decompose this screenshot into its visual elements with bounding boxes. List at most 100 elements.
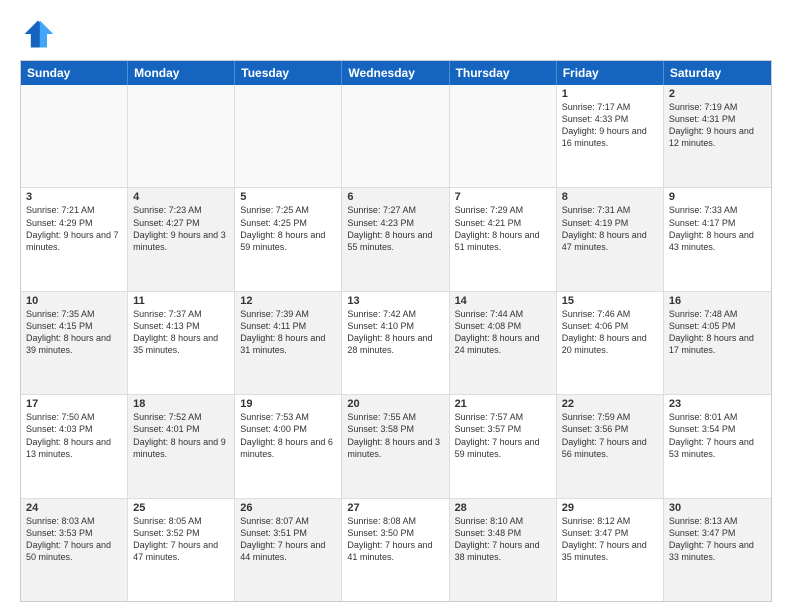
day-info: Sunrise: 7:50 AM Sunset: 4:03 PM Dayligh…	[26, 411, 122, 460]
day-cell-12: 12Sunrise: 7:39 AM Sunset: 4:11 PM Dayli…	[235, 292, 342, 394]
calendar-row-5: 24Sunrise: 8:03 AM Sunset: 3:53 PM Dayli…	[21, 499, 771, 601]
calendar-row-4: 17Sunrise: 7:50 AM Sunset: 4:03 PM Dayli…	[21, 395, 771, 498]
day-number: 28	[455, 502, 551, 514]
day-number: 4	[133, 191, 229, 203]
day-number: 1	[562, 88, 658, 100]
day-cell-10: 10Sunrise: 7:35 AM Sunset: 4:15 PM Dayli…	[21, 292, 128, 394]
day-info: Sunrise: 7:33 AM Sunset: 4:17 PM Dayligh…	[669, 204, 766, 253]
calendar: SundayMondayTuesdayWednesdayThursdayFrid…	[20, 60, 772, 602]
day-number: 20	[347, 398, 443, 410]
calendar-row-3: 10Sunrise: 7:35 AM Sunset: 4:15 PM Dayli…	[21, 292, 771, 395]
day-number: 22	[562, 398, 658, 410]
day-number: 6	[347, 191, 443, 203]
day-cell-13: 13Sunrise: 7:42 AM Sunset: 4:10 PM Dayli…	[342, 292, 449, 394]
empty-cell	[342, 85, 449, 187]
day-info: Sunrise: 8:05 AM Sunset: 3:52 PM Dayligh…	[133, 515, 229, 564]
day-cell-6: 6Sunrise: 7:27 AM Sunset: 4:23 PM Daylig…	[342, 188, 449, 290]
header-day-saturday: Saturday	[664, 61, 771, 85]
header-day-sunday: Sunday	[21, 61, 128, 85]
header-day-friday: Friday	[557, 61, 664, 85]
day-number: 19	[240, 398, 336, 410]
day-number: 23	[669, 398, 766, 410]
day-cell-7: 7Sunrise: 7:29 AM Sunset: 4:21 PM Daylig…	[450, 188, 557, 290]
calendar-row-2: 3Sunrise: 7:21 AM Sunset: 4:29 PM Daylig…	[21, 188, 771, 291]
day-info: Sunrise: 7:35 AM Sunset: 4:15 PM Dayligh…	[26, 308, 122, 357]
day-info: Sunrise: 7:44 AM Sunset: 4:08 PM Dayligh…	[455, 308, 551, 357]
day-cell-19: 19Sunrise: 7:53 AM Sunset: 4:00 PM Dayli…	[235, 395, 342, 497]
day-info: Sunrise: 7:53 AM Sunset: 4:00 PM Dayligh…	[240, 411, 336, 460]
day-number: 14	[455, 295, 551, 307]
logo-icon	[20, 16, 56, 52]
day-cell-21: 21Sunrise: 7:57 AM Sunset: 3:57 PM Dayli…	[450, 395, 557, 497]
page: SundayMondayTuesdayWednesdayThursdayFrid…	[0, 0, 792, 612]
day-cell-18: 18Sunrise: 7:52 AM Sunset: 4:01 PM Dayli…	[128, 395, 235, 497]
day-info: Sunrise: 8:08 AM Sunset: 3:50 PM Dayligh…	[347, 515, 443, 564]
day-info: Sunrise: 8:07 AM Sunset: 3:51 PM Dayligh…	[240, 515, 336, 564]
calendar-header: SundayMondayTuesdayWednesdayThursdayFrid…	[21, 61, 771, 85]
day-cell-17: 17Sunrise: 7:50 AM Sunset: 4:03 PM Dayli…	[21, 395, 128, 497]
day-cell-5: 5Sunrise: 7:25 AM Sunset: 4:25 PM Daylig…	[235, 188, 342, 290]
day-number: 2	[669, 88, 766, 100]
day-number: 24	[26, 502, 122, 514]
day-info: Sunrise: 7:46 AM Sunset: 4:06 PM Dayligh…	[562, 308, 658, 357]
day-cell-15: 15Sunrise: 7:46 AM Sunset: 4:06 PM Dayli…	[557, 292, 664, 394]
header	[20, 16, 772, 52]
day-info: Sunrise: 7:19 AM Sunset: 4:31 PM Dayligh…	[669, 101, 766, 150]
day-info: Sunrise: 8:10 AM Sunset: 3:48 PM Dayligh…	[455, 515, 551, 564]
day-cell-11: 11Sunrise: 7:37 AM Sunset: 4:13 PM Dayli…	[128, 292, 235, 394]
day-cell-2: 2Sunrise: 7:19 AM Sunset: 4:31 PM Daylig…	[664, 85, 771, 187]
day-info: Sunrise: 7:57 AM Sunset: 3:57 PM Dayligh…	[455, 411, 551, 460]
day-cell-4: 4Sunrise: 7:23 AM Sunset: 4:27 PM Daylig…	[128, 188, 235, 290]
empty-cell	[21, 85, 128, 187]
day-cell-26: 26Sunrise: 8:07 AM Sunset: 3:51 PM Dayli…	[235, 499, 342, 601]
day-cell-23: 23Sunrise: 8:01 AM Sunset: 3:54 PM Dayli…	[664, 395, 771, 497]
day-cell-27: 27Sunrise: 8:08 AM Sunset: 3:50 PM Dayli…	[342, 499, 449, 601]
day-number: 9	[669, 191, 766, 203]
day-number: 15	[562, 295, 658, 307]
day-number: 8	[562, 191, 658, 203]
empty-cell	[450, 85, 557, 187]
day-number: 27	[347, 502, 443, 514]
day-cell-3: 3Sunrise: 7:21 AM Sunset: 4:29 PM Daylig…	[21, 188, 128, 290]
day-number: 11	[133, 295, 229, 307]
day-cell-9: 9Sunrise: 7:33 AM Sunset: 4:17 PM Daylig…	[664, 188, 771, 290]
day-info: Sunrise: 7:23 AM Sunset: 4:27 PM Dayligh…	[133, 204, 229, 253]
day-number: 17	[26, 398, 122, 410]
calendar-row-1: 1Sunrise: 7:17 AM Sunset: 4:33 PM Daylig…	[21, 85, 771, 188]
header-day-tuesday: Tuesday	[235, 61, 342, 85]
day-number: 18	[133, 398, 229, 410]
day-info: Sunrise: 7:55 AM Sunset: 3:58 PM Dayligh…	[347, 411, 443, 460]
day-info: Sunrise: 7:42 AM Sunset: 4:10 PM Dayligh…	[347, 308, 443, 357]
day-number: 12	[240, 295, 336, 307]
day-info: Sunrise: 7:17 AM Sunset: 4:33 PM Dayligh…	[562, 101, 658, 150]
day-info: Sunrise: 7:48 AM Sunset: 4:05 PM Dayligh…	[669, 308, 766, 357]
day-info: Sunrise: 7:37 AM Sunset: 4:13 PM Dayligh…	[133, 308, 229, 357]
header-day-wednesday: Wednesday	[342, 61, 449, 85]
day-cell-28: 28Sunrise: 8:10 AM Sunset: 3:48 PM Dayli…	[450, 499, 557, 601]
day-number: 5	[240, 191, 336, 203]
day-info: Sunrise: 7:39 AM Sunset: 4:11 PM Dayligh…	[240, 308, 336, 357]
day-info: Sunrise: 7:59 AM Sunset: 3:56 PM Dayligh…	[562, 411, 658, 460]
day-info: Sunrise: 7:21 AM Sunset: 4:29 PM Dayligh…	[26, 204, 122, 253]
day-info: Sunrise: 8:03 AM Sunset: 3:53 PM Dayligh…	[26, 515, 122, 564]
day-info: Sunrise: 8:12 AM Sunset: 3:47 PM Dayligh…	[562, 515, 658, 564]
day-number: 29	[562, 502, 658, 514]
day-info: Sunrise: 7:25 AM Sunset: 4:25 PM Dayligh…	[240, 204, 336, 253]
day-cell-24: 24Sunrise: 8:03 AM Sunset: 3:53 PM Dayli…	[21, 499, 128, 601]
day-number: 21	[455, 398, 551, 410]
logo	[20, 16, 60, 52]
header-day-monday: Monday	[128, 61, 235, 85]
day-cell-8: 8Sunrise: 7:31 AM Sunset: 4:19 PM Daylig…	[557, 188, 664, 290]
day-number: 16	[669, 295, 766, 307]
day-info: Sunrise: 8:01 AM Sunset: 3:54 PM Dayligh…	[669, 411, 766, 460]
day-number: 10	[26, 295, 122, 307]
day-cell-16: 16Sunrise: 7:48 AM Sunset: 4:05 PM Dayli…	[664, 292, 771, 394]
day-cell-1: 1Sunrise: 7:17 AM Sunset: 4:33 PM Daylig…	[557, 85, 664, 187]
day-cell-20: 20Sunrise: 7:55 AM Sunset: 3:58 PM Dayli…	[342, 395, 449, 497]
day-cell-30: 30Sunrise: 8:13 AM Sunset: 3:47 PM Dayli…	[664, 499, 771, 601]
empty-cell	[128, 85, 235, 187]
day-number: 30	[669, 502, 766, 514]
empty-cell	[235, 85, 342, 187]
day-info: Sunrise: 8:13 AM Sunset: 3:47 PM Dayligh…	[669, 515, 766, 564]
day-number: 7	[455, 191, 551, 203]
